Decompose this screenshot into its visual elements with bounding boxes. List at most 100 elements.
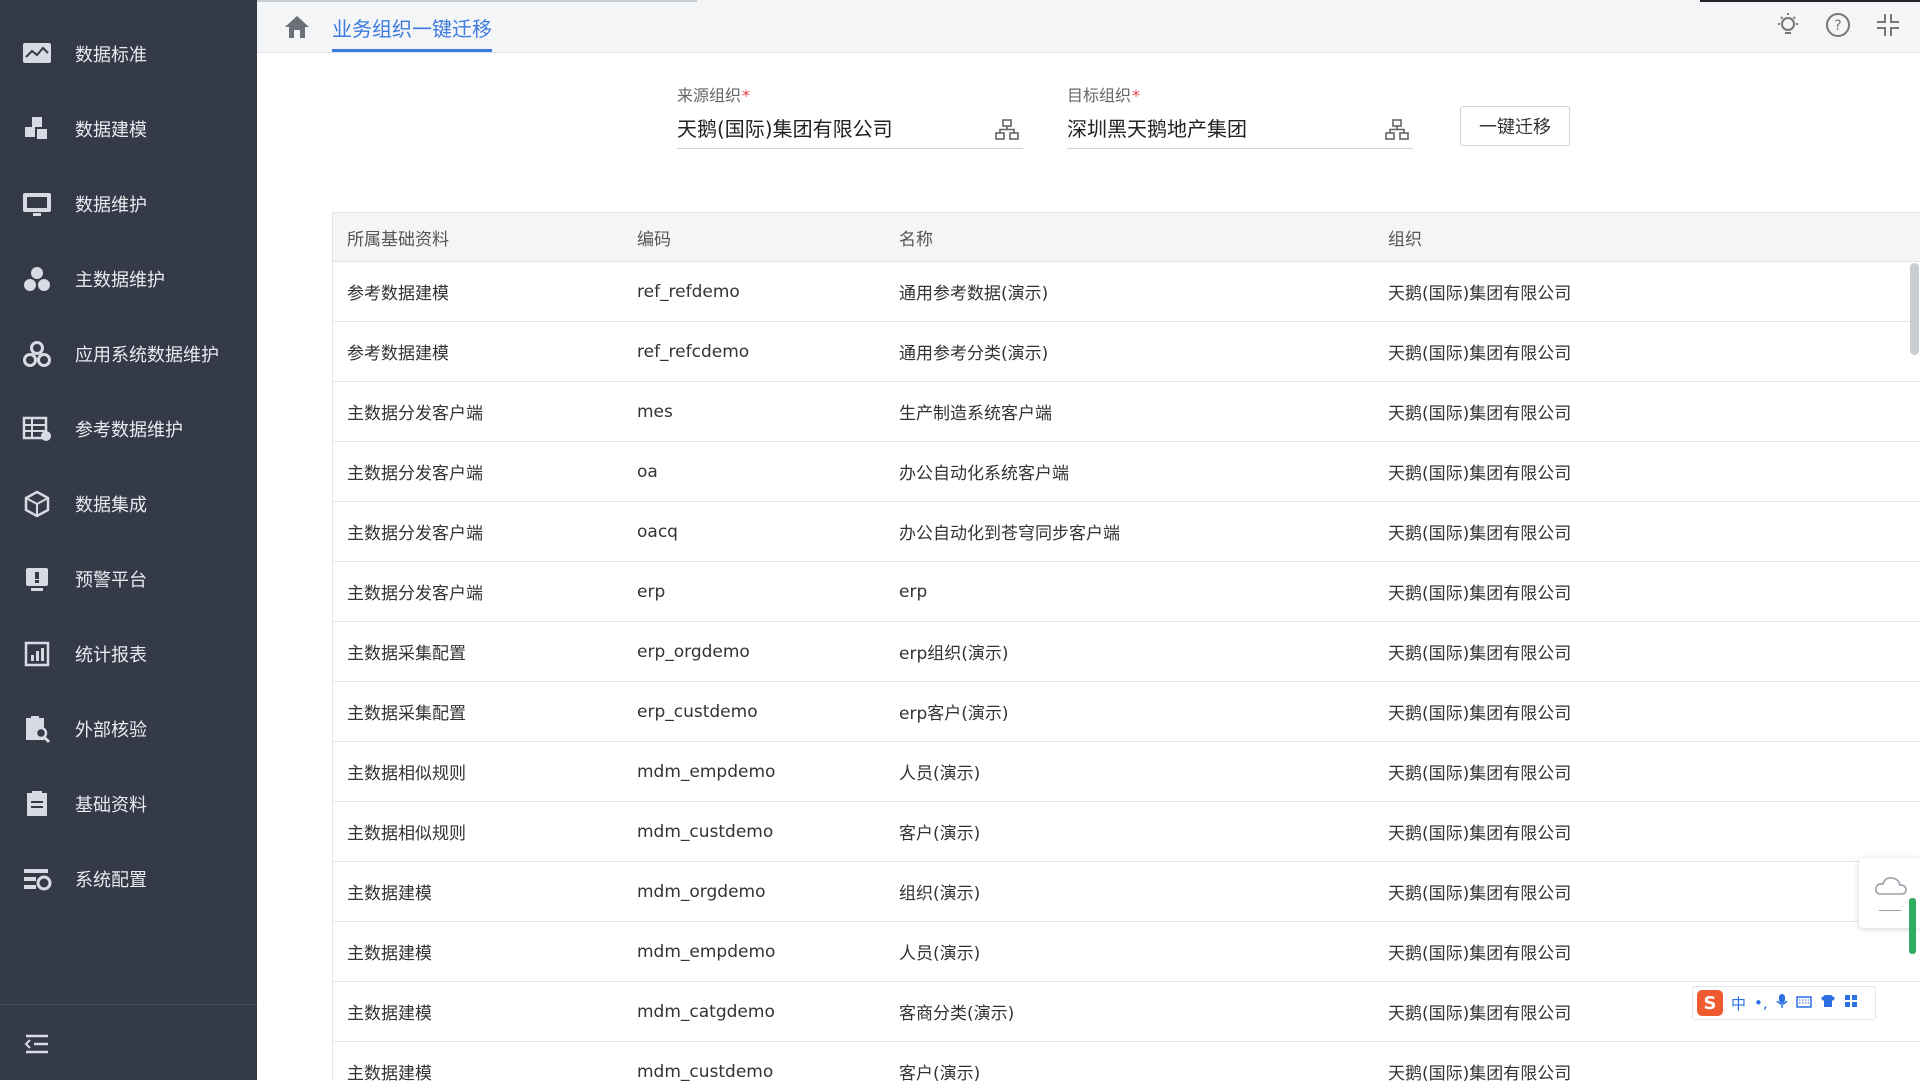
bulb-icon[interactable]	[1774, 11, 1802, 39]
column-header[interactable]: 组织	[1388, 225, 1422, 250]
one-click-migrate-button[interactable]: 一键迁移	[1460, 106, 1570, 146]
sidebar-item-master-data-maintenance[interactable]: 主数据维护	[0, 249, 257, 309]
sidebar-item-data-maintenance[interactable]: 数据维护	[0, 174, 257, 234]
column-header[interactable]: 编码	[637, 225, 671, 250]
sidebar-item-label: 统计报表	[75, 641, 147, 667]
table-cell: 天鹅(国际)集团有限公司	[1388, 519, 1571, 544]
scrollbar-thumb[interactable]	[1910, 263, 1919, 355]
table-cell: 客商分类(演示)	[899, 999, 1014, 1024]
sidebar-item-data-standard[interactable]: 数据标准	[0, 24, 257, 84]
sidebar-item-statistics-report[interactable]: 统计报表	[0, 624, 257, 684]
table-row[interactable]: 主数据相似规则mdm_custdemo客户(演示)天鹅(国际)集团有限公司	[333, 802, 1920, 862]
table-cell: 参考数据建模	[347, 279, 449, 304]
table-cell: 天鹅(国际)集团有限公司	[1388, 579, 1571, 604]
top-divider	[257, 0, 697, 2]
grid-icon[interactable]	[1844, 994, 1858, 1012]
chart-monitor-icon	[22, 39, 52, 69]
table-row[interactable]: 主数据建模mdm_custdemo客户(演示)天鹅(国际)集团有限公司	[333, 1042, 1920, 1081]
table-cell: 天鹅(国际)集团有限公司	[1388, 819, 1571, 844]
table-cell: 参考数据建模	[347, 339, 449, 364]
table-cell: erp客户(演示)	[899, 699, 1009, 724]
org-tree-icon[interactable]	[1385, 119, 1409, 149]
org-tree-icon[interactable]	[995, 119, 1019, 149]
ime-toolbar[interactable]: S 中 •,	[1692, 986, 1876, 1020]
table-cell: 主数据分发客户端	[347, 399, 483, 424]
table-cell: 主数据分发客户端	[347, 459, 483, 484]
ime-logo[interactable]: S	[1697, 990, 1723, 1016]
table-row[interactable]: 主数据建模 mdm_empdemo 人员(演示) 天鹅(国际)集团有限公司	[333, 922, 1920, 982]
help-icon[interactable]: ?	[1824, 11, 1852, 39]
table-cell: 天鹅(国际)集团有限公司	[1388, 1059, 1571, 1081]
home-icon[interactable]	[283, 14, 311, 44]
table-cell: 主数据分发客户端	[347, 579, 483, 604]
sidebar-item-label: 基础资料	[75, 791, 147, 817]
sidebar-item-label: 数据集成	[75, 491, 147, 517]
document-icon	[22, 789, 52, 819]
table-cell: 主数据分发客户端	[347, 519, 483, 544]
collapse-menu-icon[interactable]	[24, 1033, 50, 1059]
table-cell: 主数据建模	[347, 939, 432, 964]
sidebar-item-label: 数据维护	[75, 191, 147, 217]
table-cell: mdm_empdemo	[637, 942, 775, 962]
target-org-field: 目标组织* 深圳黑天鹅地产集团	[1067, 82, 1413, 149]
sidebar-item-basic-data[interactable]: 基础资料	[0, 774, 257, 834]
table-cell: 生产制造系统客户端	[899, 399, 1052, 424]
tab-title[interactable]: 业务组织一键迁移	[332, 13, 492, 52]
sidebar-item-data-modeling[interactable]: 数据建模	[0, 99, 257, 159]
gears-icon	[22, 339, 52, 369]
migration-table: 所属基础资料 编码 名称 组织 参考数据建模ref_refdemo通用参考数据(…	[332, 212, 1920, 1081]
table-row[interactable]: 主数据分发客户端mes生产制造系统客户端天鹅(国际)集团有限公司	[333, 382, 1920, 442]
sidebar-item-label: 预警平台	[75, 566, 147, 592]
sidebar-item-app-system-data[interactable]: 应用系统数据维护	[0, 324, 257, 384]
keyboard-icon[interactable]	[1796, 994, 1812, 1012]
table-cell: 主数据相似规则	[347, 759, 466, 784]
table-cell: 通用参考数据(演示)	[899, 279, 1048, 304]
ime-chinese-mode[interactable]: 中	[1731, 993, 1746, 1014]
sidebar-item-label: 应用系统数据维护	[75, 341, 219, 367]
sidebar-item-label: 系统配置	[75, 866, 147, 892]
table-cell: 主数据建模	[347, 999, 432, 1024]
column-header[interactable]: 名称	[899, 225, 933, 250]
table-row[interactable]: 主数据建模mdm_orgdemo组织(演示)天鹅(国际)集团有限公司	[333, 862, 1920, 922]
exit-fullscreen-icon[interactable]	[1874, 11, 1902, 39]
shirt-icon[interactable]	[1820, 994, 1836, 1012]
table-cell: 主数据相似规则	[347, 819, 466, 844]
table-row[interactable]: 参考数据建模ref_refcdemo通用参考分类(演示)天鹅(国际)集团有限公司	[333, 322, 1920, 382]
table-cell: mdm_catgdemo	[637, 1002, 775, 1022]
sidebar-item-system-config[interactable]: 系统配置	[0, 849, 257, 909]
source-org-input[interactable]: 天鹅(国际)集团有限公司	[677, 114, 1023, 149]
target-org-input[interactable]: 深圳黑天鹅地产集团	[1067, 114, 1413, 149]
top-bar: 业务组织一键迁移 ?	[257, 0, 1920, 53]
sidebar-item-external-verification[interactable]: 外部核验	[0, 699, 257, 759]
table-row[interactable]: 主数据分发客户端oa办公自动化系统客户端天鹅(国际)集团有限公司	[333, 442, 1920, 502]
table-cell: erp	[899, 582, 927, 602]
table-row[interactable]: 主数据建模mdm_catgdemo客商分类(演示)天鹅(国际)集团有限公司	[333, 982, 1920, 1042]
table-row[interactable]: 参考数据建模ref_refdemo通用参考数据(演示)天鹅(国际)集团有限公司	[333, 262, 1920, 322]
sidebar-item-data-integration[interactable]: 数据集成	[0, 474, 257, 534]
table-cell: ref_refcdemo	[637, 342, 749, 362]
cloud-icon	[1873, 874, 1909, 902]
table-row[interactable]: 主数据分发客户端oacq办公自动化到苍穹同步客户端天鹅(国际)集团有限公司	[333, 502, 1920, 562]
cube-icon	[22, 489, 52, 519]
table-cell: oacq	[637, 522, 678, 542]
table-cell: erp_custdemo	[637, 702, 758, 722]
column-header[interactable]: 所属基础资料	[347, 225, 449, 250]
table-row[interactable]: 主数据采集配置erp_custdemoerp客户(演示)天鹅(国际)集团有限公司	[333, 682, 1920, 742]
sidebar-item-label: 外部核验	[75, 716, 147, 742]
table-cell: 客户(演示)	[899, 819, 980, 844]
sidebar-item-alert-platform[interactable]: 预警平台	[0, 549, 257, 609]
top-divider-dark	[1700, 0, 1920, 2]
table-cell: 天鹅(国际)集团有限公司	[1388, 939, 1571, 964]
svg-text:?: ?	[1834, 18, 1841, 34]
table-row[interactable]: 主数据分发客户端erperp天鹅(国际)集团有限公司	[333, 562, 1920, 622]
sidebar-item-label: 数据建模	[75, 116, 147, 142]
table-cell: 人员(演示)	[899, 939, 980, 964]
table-cell: erp组织(演示)	[899, 639, 1009, 664]
ime-punctuation[interactable]: •,	[1754, 994, 1768, 1012]
table-cell: 主数据采集配置	[347, 699, 466, 724]
table-row[interactable]: 主数据采集配置erp_orgdemoerp组织(演示)天鹅(国际)集团有限公司	[333, 622, 1920, 682]
sidebar-item-reference-data[interactable]: 参考数据维护	[0, 399, 257, 459]
screen-icon	[22, 189, 52, 219]
table-row[interactable]: 主数据相似规则mdm_empdemo人员(演示)天鹅(国际)集团有限公司	[333, 742, 1920, 802]
mic-icon[interactable]	[1776, 993, 1788, 1013]
